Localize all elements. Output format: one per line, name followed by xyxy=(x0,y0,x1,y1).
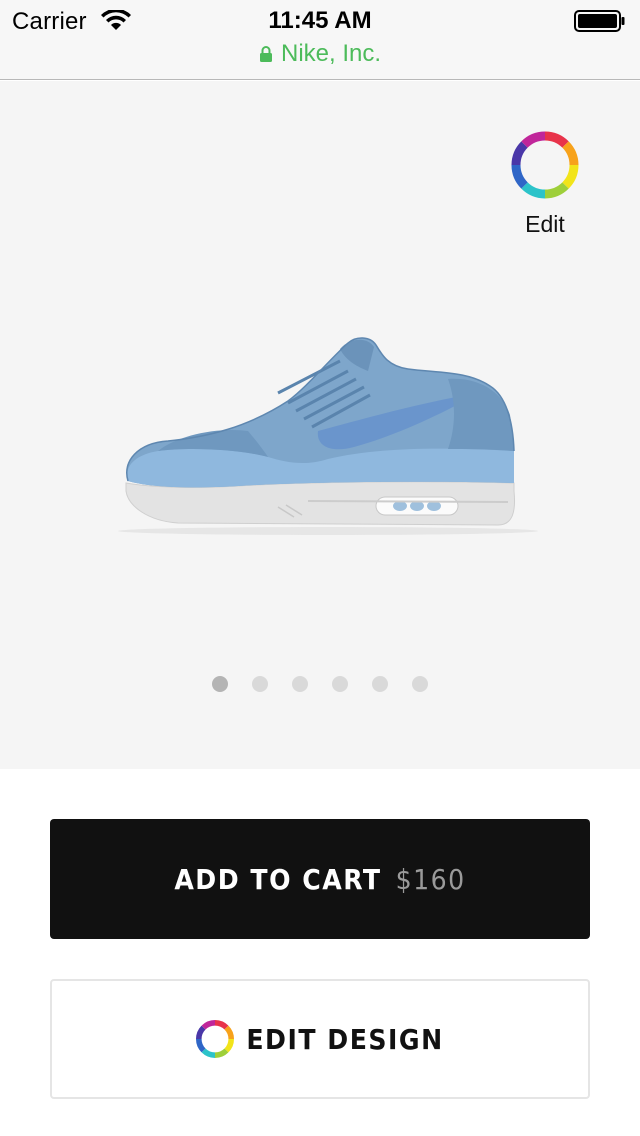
lock-icon xyxy=(259,46,272,62)
edit-design-label: EDIT DESIGN xyxy=(246,1022,444,1056)
product-image xyxy=(118,337,538,535)
product-preview[interactable]: Edit xyxy=(0,81,640,769)
pager-dot-6[interactable] xyxy=(412,676,428,692)
edit-design-button[interactable]: EDIT DESIGN xyxy=(50,979,590,1099)
image-pager xyxy=(0,676,640,692)
price: $160 xyxy=(395,862,466,896)
color-wheel-icon xyxy=(196,1020,235,1058)
browser-status-bar: Carrier 11:45 AM Nike, Inc. xyxy=(0,0,640,80)
add-to-cart-label: ADD TO CART xyxy=(174,862,382,896)
pager-dot-2[interactable] xyxy=(252,676,268,692)
add-to-cart-button[interactable]: ADD TO CART $160 xyxy=(50,819,590,939)
pager-dot-5[interactable] xyxy=(372,676,388,692)
battery-icon xyxy=(574,10,625,32)
edit-label: Edit xyxy=(525,211,565,237)
pager-dot-1[interactable] xyxy=(212,676,228,692)
color-wheel-icon xyxy=(511,131,579,199)
site-name: Nike, Inc. xyxy=(280,40,382,67)
site-address[interactable]: Nike, Inc. xyxy=(0,40,640,68)
pager-dot-4[interactable] xyxy=(332,676,348,692)
pager-dot-3[interactable] xyxy=(292,676,308,692)
edit-shortcut-button[interactable]: Edit xyxy=(505,131,585,241)
status-time: 11:45 AM xyxy=(268,7,372,34)
